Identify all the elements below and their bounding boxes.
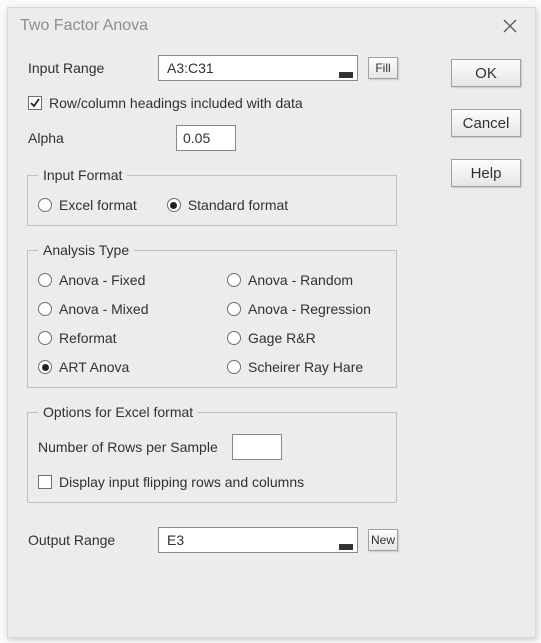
checkbox-icon bbox=[38, 475, 52, 489]
radio-anova-regression[interactable]: Anova - Regression bbox=[227, 301, 386, 317]
radio-label: Anova - Regression bbox=[248, 301, 371, 317]
radio-reformat[interactable]: Reformat bbox=[38, 330, 197, 346]
radio-anova-mixed[interactable]: Anova - Mixed bbox=[38, 301, 197, 317]
radio-anova-fixed[interactable]: Anova - Fixed bbox=[38, 272, 197, 288]
rows-per-sample-label: Number of Rows per Sample bbox=[38, 439, 218, 455]
radio-label: Standard format bbox=[188, 197, 288, 213]
options-excel-group: Options for Excel format Number of Rows … bbox=[27, 404, 397, 503]
ok-button[interactable]: OK bbox=[451, 59, 521, 87]
output-range-label: Output Range bbox=[22, 532, 148, 548]
input-range-label: Input Range bbox=[22, 60, 148, 76]
radio-indicator bbox=[38, 302, 52, 316]
alpha-label: Alpha bbox=[22, 130, 148, 146]
radio-indicator bbox=[38, 360, 52, 374]
radio-anova-random[interactable]: Anova - Random bbox=[227, 272, 386, 288]
fill-button[interactable]: Fill bbox=[368, 57, 398, 79]
headings-checkbox-label: Row/column headings included with data bbox=[49, 95, 303, 111]
main-column: Input Range Fill Row/column headings inc… bbox=[22, 55, 402, 553]
input-range-row: Input Range Fill bbox=[22, 55, 402, 81]
radio-indicator bbox=[227, 331, 241, 345]
radio-label: Reformat bbox=[59, 330, 117, 346]
window-title: Two Factor Anova bbox=[20, 8, 148, 43]
side-buttons: OK Cancel Help bbox=[451, 59, 521, 187]
headings-checkbox[interactable]: Row/column headings included with data bbox=[22, 95, 402, 111]
options-excel-legend: Options for Excel format bbox=[38, 404, 198, 420]
output-range-row: Output Range New bbox=[22, 527, 402, 553]
radio-indicator bbox=[167, 198, 181, 212]
radio-indicator bbox=[227, 302, 241, 316]
radio-label: Excel format bbox=[59, 197, 137, 213]
alpha-input[interactable] bbox=[176, 125, 236, 151]
radio-indicator bbox=[227, 360, 241, 374]
input-format-legend: Input Format bbox=[38, 167, 127, 183]
analysis-type-legend: Analysis Type bbox=[38, 242, 134, 258]
help-button[interactable]: Help bbox=[451, 159, 521, 187]
radio-excel-format[interactable]: Excel format bbox=[38, 197, 137, 213]
radio-scheirer[interactable]: Scheirer Ray Hare bbox=[227, 359, 386, 375]
radio-indicator bbox=[38, 273, 52, 287]
radio-label: Anova - Random bbox=[248, 272, 353, 288]
output-range-field[interactable] bbox=[158, 527, 358, 553]
close-icon[interactable] bbox=[497, 13, 523, 39]
new-button[interactable]: New bbox=[368, 529, 398, 551]
rows-per-sample-input[interactable] bbox=[232, 434, 282, 460]
radio-label: Gage R&R bbox=[248, 330, 316, 346]
radio-label: Scheirer Ray Hare bbox=[248, 359, 363, 375]
flip-checkbox-label: Display input flipping rows and columns bbox=[59, 474, 304, 490]
alpha-row: Alpha bbox=[22, 125, 402, 151]
input-range-field[interactable] bbox=[158, 55, 358, 81]
radio-label: Anova - Mixed bbox=[59, 301, 148, 317]
checkbox-icon bbox=[28, 96, 42, 110]
cancel-button[interactable]: Cancel bbox=[451, 109, 521, 137]
radio-indicator bbox=[38, 198, 52, 212]
client-area: OK Cancel Help Input Range Fill Row/colu… bbox=[8, 43, 535, 637]
range-picker-icon[interactable] bbox=[339, 544, 353, 550]
radio-indicator bbox=[38, 331, 52, 345]
radio-indicator bbox=[227, 273, 241, 287]
radio-label: Anova - Fixed bbox=[59, 272, 145, 288]
output-range-input[interactable] bbox=[165, 527, 335, 553]
radio-label: ART Anova bbox=[59, 359, 129, 375]
dialog-window: Two Factor Anova OK Cancel Help Input Ra… bbox=[7, 7, 536, 638]
titlebar: Two Factor Anova bbox=[8, 8, 535, 43]
radio-art-anova[interactable]: ART Anova bbox=[38, 359, 197, 375]
range-picker-icon[interactable] bbox=[339, 72, 353, 78]
input-format-group: Input Format Excel format Standard forma… bbox=[27, 167, 397, 226]
radio-standard-format[interactable]: Standard format bbox=[167, 197, 288, 213]
flip-checkbox[interactable]: Display input flipping rows and columns bbox=[38, 474, 386, 490]
radio-gage-rr[interactable]: Gage R&R bbox=[227, 330, 386, 346]
analysis-type-group: Analysis Type Anova - Fixed Anova - Mixe… bbox=[27, 242, 397, 388]
input-range-input[interactable] bbox=[165, 55, 335, 81]
